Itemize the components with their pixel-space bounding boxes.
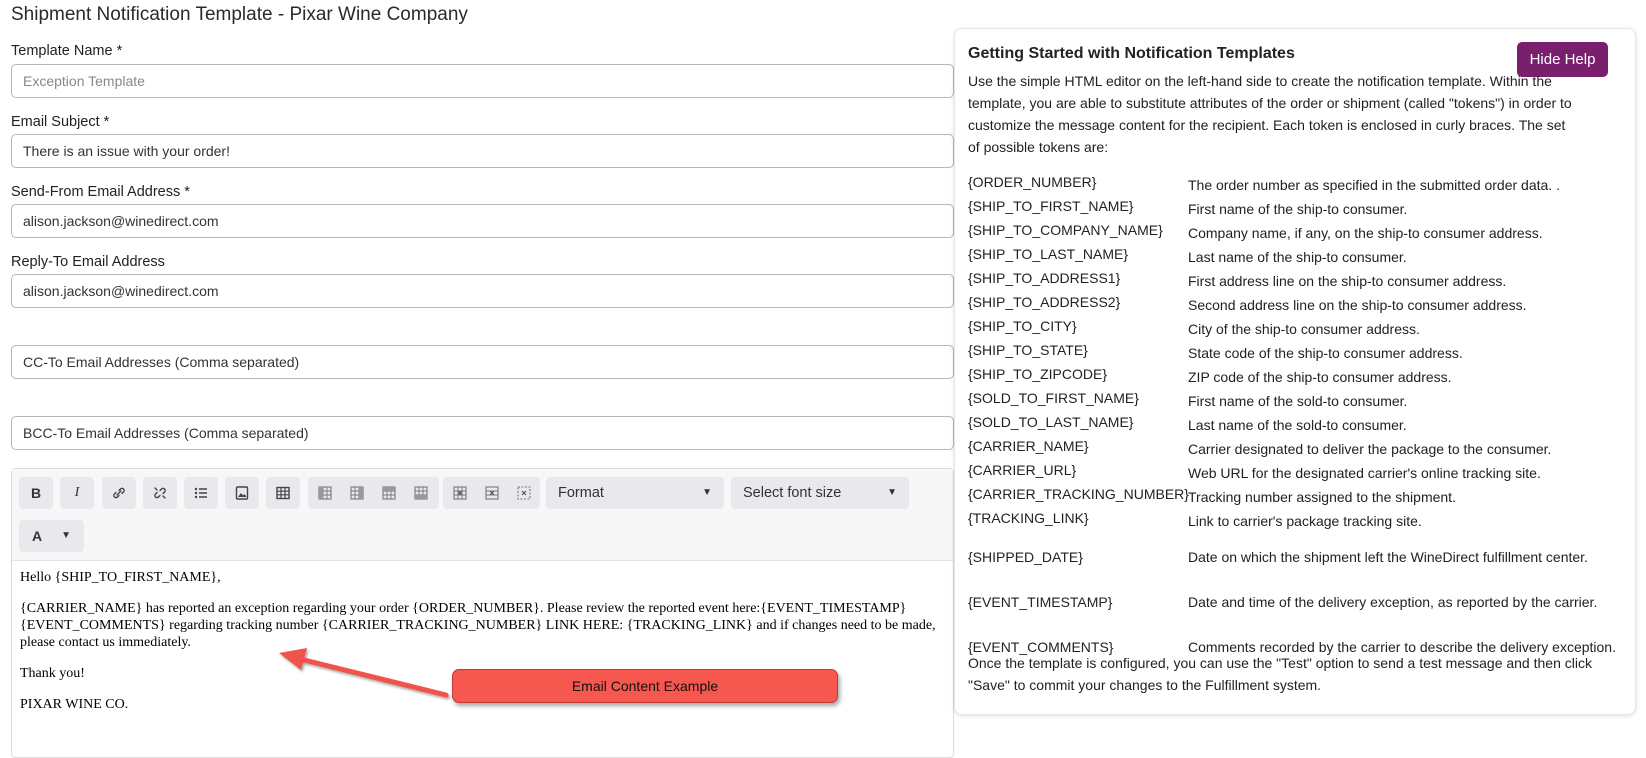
- token-description: Date on which the shipment left the Wine…: [1188, 548, 1588, 565]
- token-name: {SOLD_TO_LAST_NAME}: [968, 414, 1134, 430]
- reply-to-label: Reply-To Email Address: [11, 254, 165, 270]
- token-name: {ORDER_NUMBER}: [968, 174, 1097, 190]
- table-icon[interactable]: [266, 477, 300, 509]
- token-description: ZIP code of the ship-to consumer address…: [1188, 369, 1452, 385]
- chevron-down-icon: ▼: [887, 487, 897, 498]
- send-from-input[interactable]: [11, 204, 954, 238]
- token-name: {SHIPPED_DATE}: [968, 548, 1083, 565]
- token-description: The order number as specified in the sub…: [1188, 177, 1560, 193]
- token-row: {SHIP_TO_ZIPCODE} ZIP code of the ship-to…: [968, 366, 1628, 390]
- token-name: {SHIP_TO_COMPANY_NAME}: [968, 222, 1163, 238]
- email-content-example-callout: Email Content Example: [452, 669, 838, 703]
- token-list: {ORDER_NUMBER} The order number as specif…: [968, 174, 1628, 669]
- token-description: Link to carrier's package tracking site.: [1188, 513, 1422, 529]
- token-description: Company name, if any, on the ship-to con…: [1188, 225, 1543, 241]
- token-row: {SOLD_TO_FIRST_NAME} First name of the so…: [968, 390, 1628, 414]
- token-row: {SHIPPED_DATE} Date on which the shipment…: [968, 534, 1628, 579]
- token-description: Web URL for the designated carrier's onl…: [1188, 465, 1541, 481]
- template-name-input[interactable]: [11, 64, 954, 98]
- column-insert-after-icon[interactable]: [340, 477, 374, 509]
- token-row: {CARRIER_NAME} Carrier designated to deli…: [968, 438, 1628, 462]
- token-row: {CARRIER_URL} Web URL for the designated …: [968, 462, 1628, 486]
- token-description: Carrier designated to deliver the packag…: [1188, 441, 1552, 457]
- token-row: {SHIP_TO_ADDRESS2} Second address line on…: [968, 294, 1628, 318]
- row-insert-before-icon[interactable]: [372, 477, 406, 509]
- email-subject-label: Email Subject *: [11, 114, 110, 130]
- cc-input[interactable]: [11, 345, 954, 379]
- token-description: Date and time of the delivery exception,…: [1188, 593, 1598, 610]
- text-color-icon[interactable]: A ▼: [19, 520, 84, 552]
- unlink-icon[interactable]: [143, 477, 177, 509]
- bcc-input[interactable]: [11, 416, 954, 450]
- token-row: {SHIP_TO_LAST_NAME} Last name of the ship…: [968, 246, 1628, 270]
- token-name: {SHIP_TO_ADDRESS2}: [968, 294, 1121, 310]
- token-row: {CARRIER_TRACKING_NUMBER} Tracking number…: [968, 486, 1628, 510]
- row-insert-after-icon[interactable]: [404, 477, 438, 509]
- token-name: {EVENT_TIMESTAMP}: [968, 593, 1113, 610]
- font-size-select-label: Select font size: [743, 485, 842, 501]
- token-row: {EVENT_TIMESTAMP} Date and time of the de…: [968, 579, 1628, 624]
- page-title: Shipment Notification Template - Pixar W…: [11, 4, 468, 25]
- help-title: Getting Started with Notification Templa…: [968, 45, 1295, 62]
- format-select-label: Format: [558, 485, 604, 501]
- token-row: {SHIP_TO_CITY} City of the ship-to consum…: [968, 318, 1628, 342]
- token-row: {ORDER_NUMBER} The order number as specif…: [968, 174, 1628, 198]
- token-description: State code of the ship-to consumer addre…: [1188, 345, 1463, 361]
- column-delete-icon[interactable]: [443, 477, 477, 509]
- token-row: {SHIP_TO_STATE} State code of the ship-to…: [968, 342, 1628, 366]
- help-panel: Getting Started with Notification Templa…: [954, 28, 1636, 715]
- token-description: City of the ship-to consumer address.: [1188, 321, 1420, 337]
- token-name: {SHIP_TO_LAST_NAME}: [968, 246, 1129, 262]
- token-description: First name of the ship-to consumer.: [1188, 201, 1408, 217]
- token-name: {TRACKING_LINK}: [968, 510, 1089, 526]
- token-description: First name of the sold-to consumer.: [1188, 393, 1408, 409]
- link-icon[interactable]: [102, 477, 136, 509]
- template-name-label: Template Name *: [11, 43, 123, 59]
- token-name: {CARRIER_TRACKING_NUMBER}: [968, 486, 1189, 502]
- token-name: {SHIP_TO_STATE}: [968, 342, 1088, 358]
- email-subject-input[interactable]: [11, 134, 954, 168]
- token-description: First address line on the ship-to consum…: [1188, 273, 1507, 289]
- send-from-label: Send-From Email Address *: [11, 184, 190, 200]
- token-description: Last name of the ship-to consumer.: [1188, 249, 1407, 265]
- token-row: {SHIP_TO_COMPANY_NAME} Company name, if a…: [968, 222, 1628, 246]
- token-name: {SHIP_TO_ZIPCODE}: [968, 366, 1108, 382]
- token-name: {SHIP_TO_ADDRESS1}: [968, 270, 1121, 286]
- chevron-down-icon: ▼: [702, 487, 712, 498]
- token-description: Last name of the sold-to consumer.: [1188, 417, 1407, 433]
- row-delete-icon[interactable]: [475, 477, 509, 509]
- italic-icon[interactable]: I: [60, 477, 94, 509]
- token-name: {SHIP_TO_CITY}: [968, 318, 1077, 334]
- token-description: Tracking number assigned to the shipment…: [1188, 489, 1456, 505]
- token-name: {SHIP_TO_FIRST_NAME}: [968, 198, 1134, 214]
- token-row: {SHIP_TO_FIRST_NAME} First name of the sh…: [968, 198, 1628, 222]
- token-name: {CARRIER_URL}: [968, 462, 1077, 478]
- token-description: Second address line on the ship-to consu…: [1188, 297, 1527, 313]
- font-size-select[interactable]: Select font size ▼: [731, 477, 909, 509]
- image-icon[interactable]: [225, 477, 259, 509]
- token-row: {SOLD_TO_LAST_NAME} Last name of the sold…: [968, 414, 1628, 438]
- token-name: {CARRIER_NAME}: [968, 438, 1089, 454]
- reply-to-input[interactable]: [11, 274, 954, 308]
- email-body-text: {CARRIER_NAME} has reported an exception…: [20, 601, 936, 650]
- token-row: {SHIP_TO_ADDRESS1} First address line on …: [968, 270, 1628, 294]
- chevron-down-icon: ▼: [61, 530, 71, 541]
- help-intro: Use the simple HTML editor on the left-h…: [968, 73, 1572, 155]
- email-greeting: Hello {SHIP_TO_FIRST_NAME},: [20, 570, 221, 585]
- help-footer: Once the template is configured, you can…: [968, 655, 1592, 693]
- bulleted-list-icon[interactable]: [184, 477, 218, 509]
- token-row: {TRACKING_LINK} Link to carrier's package…: [968, 510, 1628, 534]
- format-select[interactable]: Format ▼: [546, 477, 724, 509]
- bold-icon[interactable]: B: [19, 477, 53, 509]
- token-name: {SOLD_TO_FIRST_NAME}: [968, 390, 1139, 406]
- email-content-body[interactable]: Hello {SHIP_TO_FIRST_NAME}, {CARRIER_NAM…: [20, 569, 940, 727]
- table-delete-icon[interactable]: [507, 477, 541, 509]
- email-content-editor[interactable]: B I Format ▼ Select font size ▼ A ▼ Hell…: [11, 468, 954, 758]
- text-color-label: A: [32, 528, 43, 544]
- editor-toolbar: B I Format ▼ Select font size ▼ A ▼: [12, 469, 953, 561]
- column-insert-before-icon[interactable]: [308, 477, 342, 509]
